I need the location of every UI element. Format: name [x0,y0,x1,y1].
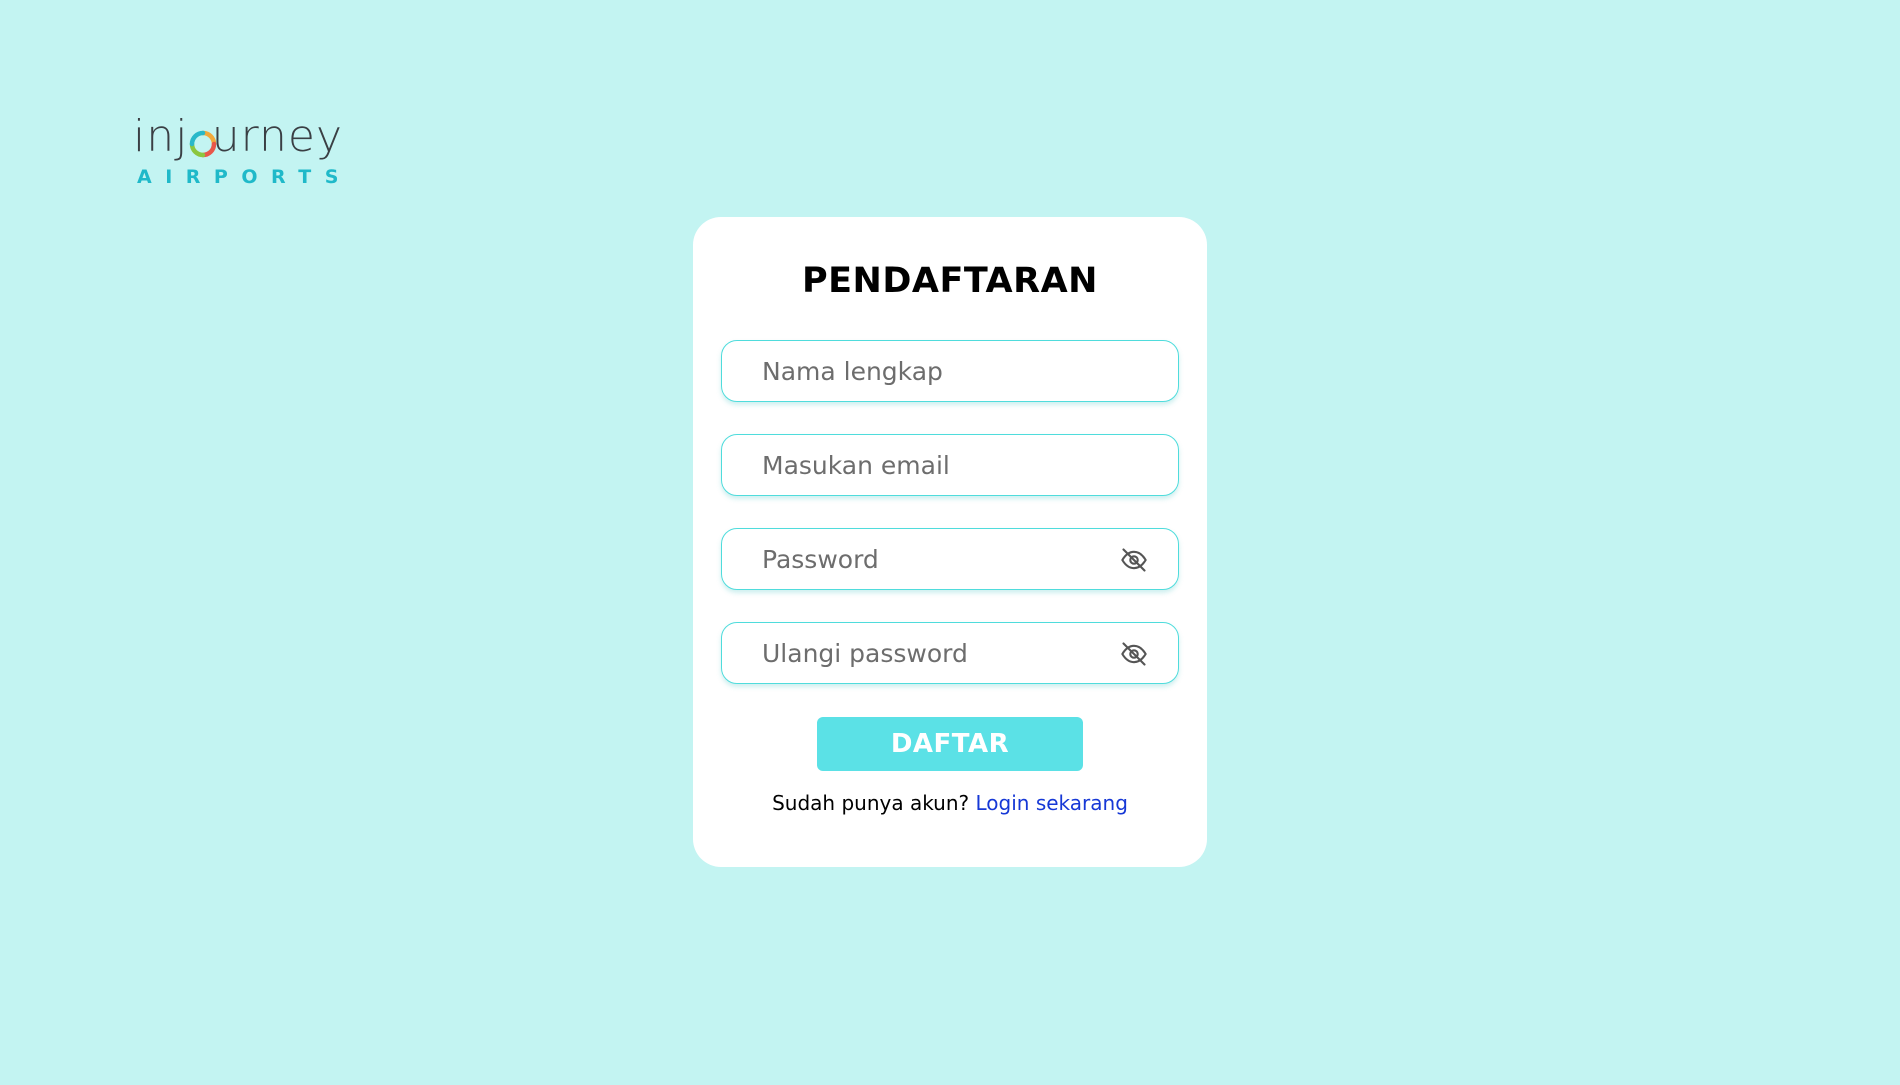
login-prompt: Sudah punya akun? Login sekarang [693,791,1207,815]
injourney-ring-logo-icon [189,130,217,158]
login-link[interactable]: Login sekarang [976,791,1128,815]
registration-page: inj urney AIRPORTS PENDAFTARAN Nama leng… [0,0,1900,1085]
email-field [721,434,1179,496]
password-input[interactable] [722,529,1178,589]
injourney-airports-logo: inj urney AIRPORTS [133,112,352,189]
eye-off-icon[interactable] [1120,546,1148,574]
page-title: PENDAFTARAN [802,261,1098,301]
full-name-field [721,340,1179,402]
logo-subtitle: AIRPORTS [137,166,352,188]
logo-wordmark: inj urney [133,112,343,162]
registration-card: PENDAFTARAN Nama lengkap Masukan email D… [693,217,1207,867]
email-input[interactable] [722,435,1178,495]
password-field [721,528,1179,590]
confirm-password-input[interactable] [722,623,1178,683]
logo-word-post: urney [211,111,343,162]
confirm-password-field [721,622,1179,684]
full-name-input[interactable] [722,341,1178,401]
eye-off-icon[interactable] [1120,640,1148,668]
login-prompt-text: Sudah punya akun? [772,791,970,815]
logo-word-pre: inj [133,111,189,162]
register-button[interactable]: DAFTAR [817,717,1083,771]
